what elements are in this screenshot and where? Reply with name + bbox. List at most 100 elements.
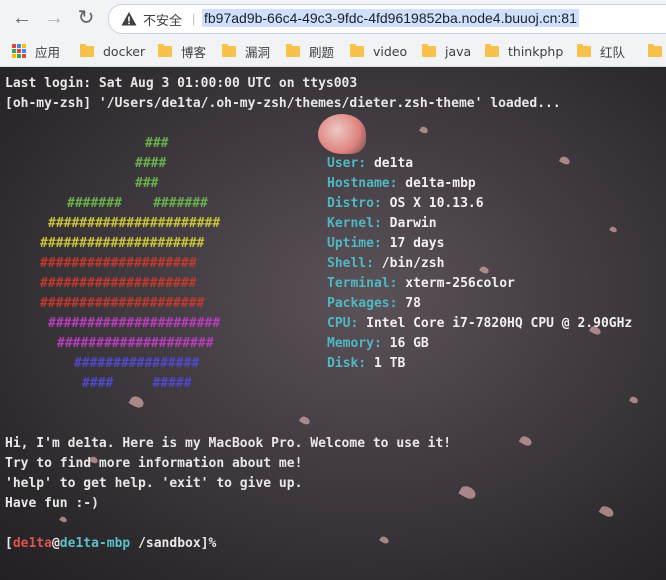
reload-icon[interactable]: ↻ (74, 6, 98, 30)
info-hostname: Hostname: de1ta-mbp (327, 176, 476, 191)
terminal-window[interactable]: Last login: Sat Aug 3 01:00:00 UTC on tt… (0, 67, 666, 580)
logo-line: ################ (74, 356, 200, 371)
logo-line: ##################### (40, 296, 205, 311)
welcome-line: 'help' to get help. 'exit' to give up. (5, 476, 303, 491)
security-label[interactable]: 不安全 (143, 10, 182, 29)
info-cpu: CPU: Intel Core i7-7820HQ CPU @ 2.90GHz (327, 316, 632, 331)
warning-icon[interactable] (121, 11, 137, 27)
bookmark-label: 红队 (600, 44, 626, 60)
logo-line: #### (135, 156, 167, 171)
last-login-line: Last login: Sat Aug 3 01:00:00 UTC on tt… (5, 76, 358, 91)
info-shell: Shell: /bin/zsh (327, 256, 444, 271)
bookmark-vulns[interactable]: 漏洞 (222, 42, 270, 60)
info-value: 17 days (389, 236, 445, 251)
petal-decoration (379, 535, 390, 545)
petal-decoration (419, 125, 429, 135)
bookmark-docker[interactable]: docker (80, 42, 145, 60)
bookmark-video[interactable]: video (350, 42, 407, 60)
petal-decoration (518, 434, 534, 448)
url-text[interactable]: fb97ad9b-66c4-49c3-9fdc-4fd9619852ba.nod… (202, 9, 579, 27)
folder-icon (286, 43, 300, 57)
folder-icon (648, 43, 662, 57)
folder-icon (485, 43, 499, 57)
logo-line: #################### (40, 256, 197, 271)
logo-line: ###################### (48, 216, 221, 231)
petal-decoration (128, 394, 146, 410)
browser-chrome: ← → ↻ 不安全 | fb97ad9b-66c4-49c3-9fdc-4fd9… (0, 0, 666, 67)
info-memory: Memory: 16 GB (327, 336, 429, 351)
petal-decoration (609, 225, 618, 234)
info-value: 16 GB (389, 336, 429, 351)
prompt-bracket: [ (5, 536, 13, 551)
info-key: Disk: (327, 356, 367, 371)
info-key: Distro: (327, 196, 382, 211)
info-value: 78 (405, 296, 421, 311)
info-distro: Distro: OS X 10.13.6 (327, 196, 484, 211)
info-value: /bin/zsh (381, 256, 445, 271)
bookmark-label: thinkphp (508, 43, 564, 59)
bookmark-java[interactable]: java (422, 42, 471, 60)
welcome-line: Hi, I'm de1ta. Here is my MacBook Pro. W… (5, 436, 452, 451)
petal-decoration (59, 515, 68, 524)
welcome-line: Have fun :-) (5, 496, 99, 511)
logo-line: ### (145, 136, 169, 151)
bookmark-label: 应用 (35, 44, 61, 60)
info-user: User: de1ta (327, 156, 413, 171)
bookmark-redteam[interactable]: 红队 (577, 42, 625, 60)
prompt-at: @ (51, 536, 60, 551)
info-kernel: Kernel: Darwin (327, 216, 437, 231)
welcome-line: Try to find more information about me! (5, 456, 303, 471)
prompt-path: /sandbox] (130, 536, 209, 551)
info-key: Uptime: (327, 236, 382, 251)
info-key: CPU: (327, 316, 359, 331)
bookmark-blog[interactable]: 博客 (158, 42, 206, 60)
info-key: Terminal: (327, 276, 398, 291)
info-value: de1ta (373, 156, 414, 171)
petal-decoration (479, 265, 490, 275)
logo-line: ####### ####### (67, 196, 208, 211)
bookmark-label: 博客 (181, 44, 207, 60)
info-uptime: Uptime: 17 days (327, 236, 444, 251)
info-value: 1 TB (373, 356, 406, 371)
prompt-symbol: % (208, 536, 217, 551)
logo-line: ##################### (40, 236, 205, 251)
info-value: xterm-256color (405, 276, 515, 291)
logo-line: #################### (40, 276, 197, 291)
zsh-loaded-line: [oh-my-zsh] '/Users/de1ta/.oh-my-zsh/the… (5, 96, 561, 111)
folder-icon (577, 43, 591, 57)
bookmark-apps[interactable]: 应用 (12, 42, 60, 60)
address-bar[interactable]: 不安全 | fb97ad9b-66c4-49c3-9fdc-4fd9619852… (108, 4, 666, 34)
logo-line: #### ##### (82, 376, 192, 391)
bookmark-label: video (373, 43, 408, 59)
bookmark-label: 刷题 (309, 44, 335, 60)
folder-icon (158, 43, 172, 57)
shell-prompt[interactable]: [de1ta@de1ta-mbp /sandbox]% (5, 536, 216, 551)
petal-decoration (558, 154, 572, 167)
info-value: OS X 10.13.6 (389, 196, 484, 211)
bookmarks-bar: 应用 docker 博客 漏洞 刷题 video java thinkphp 红… (0, 38, 666, 64)
bookmark-overflow[interactable] (648, 42, 666, 60)
petal-decoration (629, 395, 639, 405)
info-terminal: Terminal: xterm-256color (327, 276, 515, 291)
petal-decoration (318, 114, 366, 154)
forward-arrow-icon[interactable]: → (42, 6, 66, 30)
petal-decoration (298, 414, 312, 427)
bookmark-label: java (445, 43, 472, 59)
back-arrow-icon[interactable]: ← (10, 6, 34, 30)
folder-icon (222, 43, 236, 57)
prompt-host: de1ta-mbp (59, 536, 131, 551)
info-value: Intel Core i7-7820HQ CPU @ 2.90GHz (366, 316, 633, 331)
logo-line: ###################### (48, 316, 221, 331)
info-key: Hostname: (327, 176, 398, 191)
info-value: Darwin (389, 216, 437, 231)
info-key: Shell: (327, 256, 374, 271)
info-packages: Packages: 78 (327, 296, 421, 311)
bookmark-thinkphp[interactable]: thinkphp (485, 42, 563, 60)
info-disk: Disk: 1 TB (327, 356, 405, 371)
logo-line: #################### (57, 336, 214, 351)
info-key: Memory: (327, 336, 382, 351)
folder-icon (422, 43, 436, 57)
folder-icon (350, 43, 364, 57)
bookmark-practice[interactable]: 刷题 (286, 42, 334, 60)
info-key: Packages: (327, 296, 398, 311)
